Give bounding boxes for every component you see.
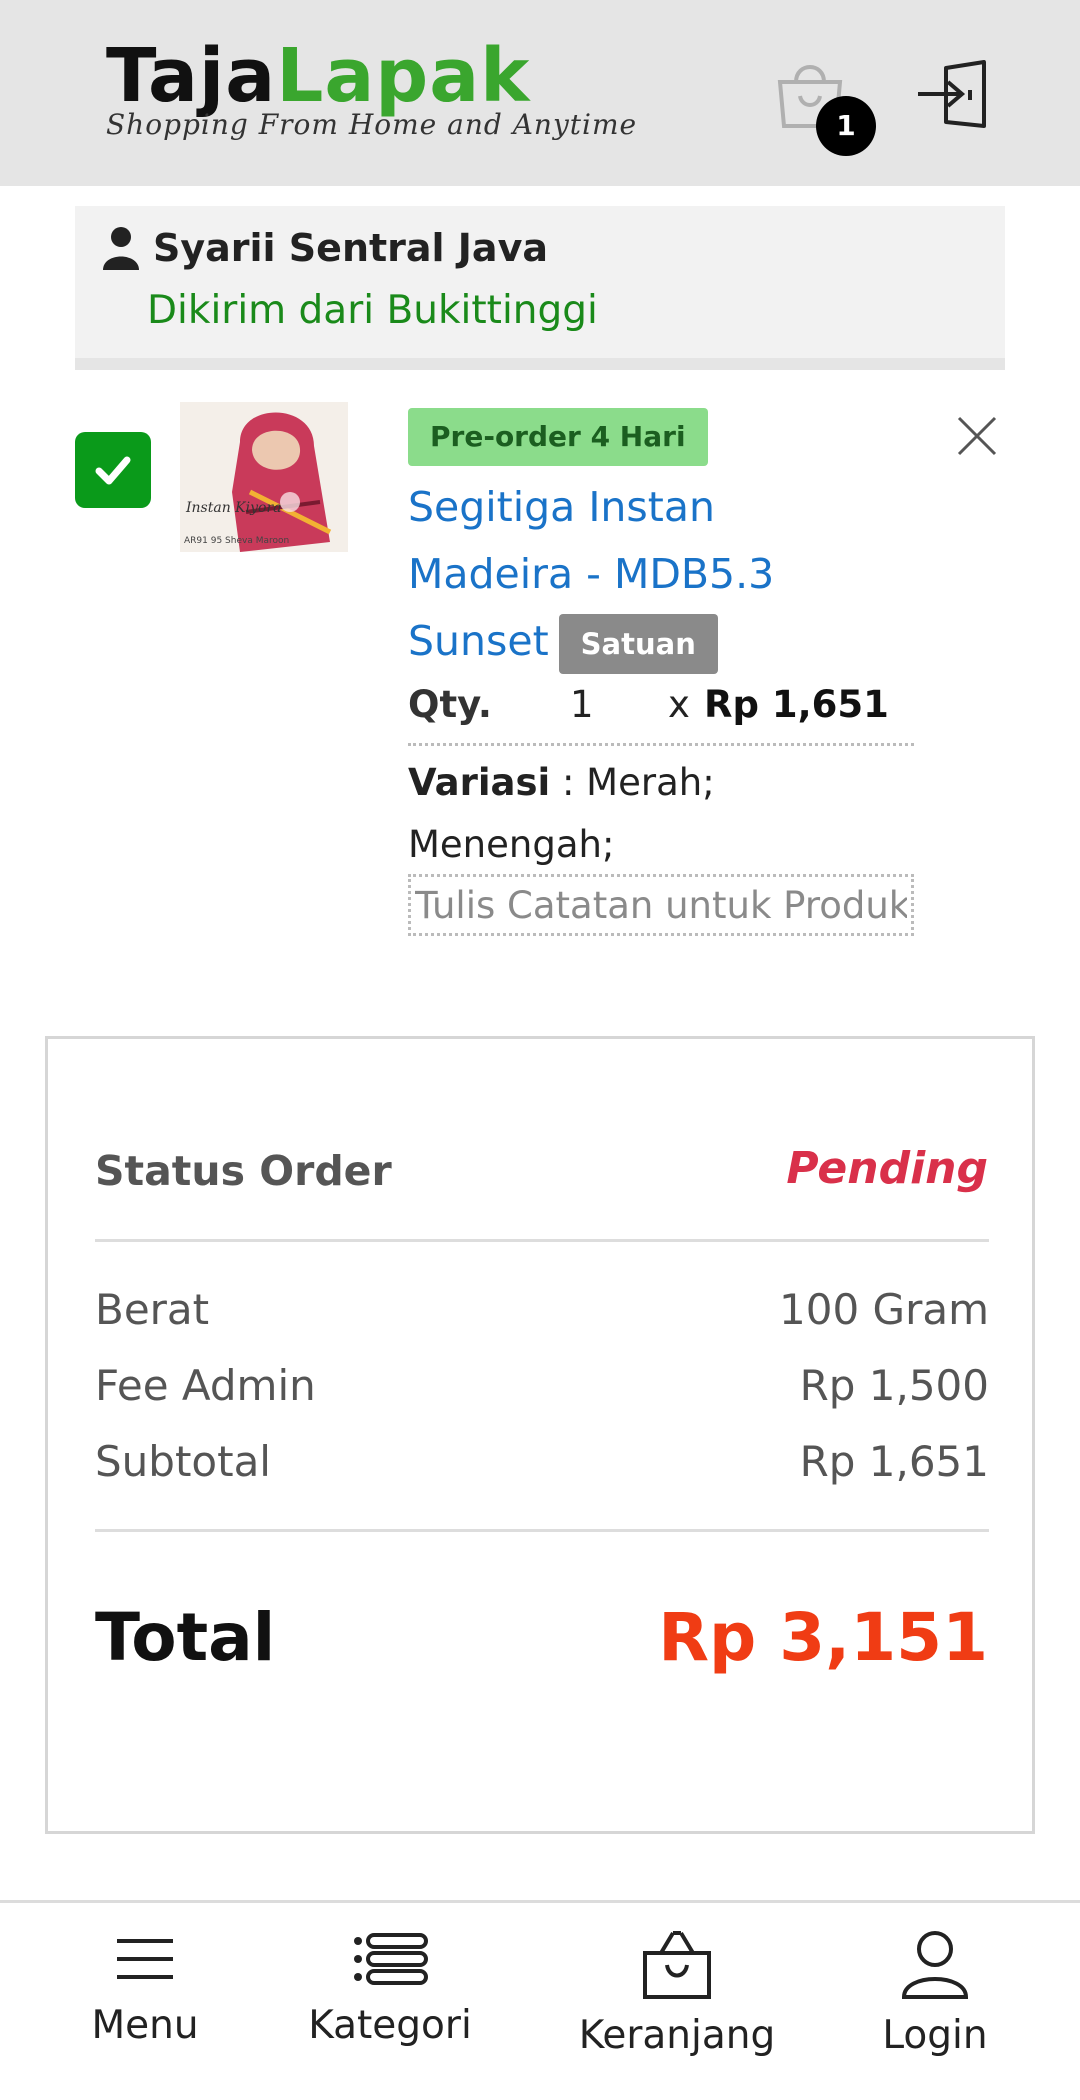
unit-badge: Satuan: [558, 614, 718, 674]
status-order-value: Pending: [786, 1143, 988, 1194]
total-value: Rp 3,151: [658, 1599, 988, 1676]
tajalapak-logo[interactable]: TajaLapak Shopping From Home and Anytime: [106, 36, 637, 141]
nav-kategori[interactable]: Kategori: [298, 1929, 482, 2048]
quantity-row: Qty. 1 x Rp 1,651: [408, 680, 914, 746]
logo-part-lapak: Lapak: [276, 33, 531, 119]
product-title-block: Segitiga Instan Madeira - MDB5.3 Sunset S…: [408, 474, 828, 675]
berat-value: 100 Gram: [779, 1285, 989, 1334]
variation-text: Variasi : Merah; Menengah;: [408, 752, 808, 876]
nav-login-label: Login: [882, 2013, 988, 2058]
qty-times-sign: x: [668, 683, 690, 726]
logo-tagline: Shopping From Home and Anytime: [106, 108, 638, 141]
product-select-checkbox[interactable]: [75, 432, 151, 508]
app-header: TajaLapak Shopping From Home and Anytime…: [0, 0, 1080, 186]
fee-admin-label: Fee Admin: [95, 1361, 316, 1410]
subtotal-label: Subtotal: [95, 1437, 271, 1486]
nav-kategori-label: Kategori: [308, 2003, 472, 2048]
product-image-illustration: [180, 402, 348, 552]
qty-value: 1: [570, 683, 594, 726]
product-thumbnail[interactable]: Instan Kiyora AR91 95 Sheva Maroon: [180, 402, 348, 552]
seller-section: Syarii Sentral Java Dikirim dari Bukitti…: [75, 206, 1005, 370]
order-summary-card: Status Order Pending Berat 100 Gram Fee …: [45, 1036, 1035, 1834]
check-icon: [95, 456, 131, 485]
ship-from-text: Dikirim dari Bukittinggi: [147, 288, 598, 333]
seller-row[interactable]: Syarii Sentral Java: [103, 226, 548, 270]
subtotal-value: Rp 1,651: [799, 1437, 989, 1486]
nav-menu-label: Menu: [91, 2003, 199, 2048]
user-icon: [103, 227, 139, 270]
bag-icon: [643, 1931, 711, 1999]
seller-name: Syarii Sentral Java: [153, 226, 548, 270]
nav-keranjang-label: Keranjang: [578, 2013, 776, 2058]
list-icon: [354, 1933, 428, 1985]
status-order-label: Status Order: [95, 1147, 392, 1195]
summary-divider-top: [95, 1239, 989, 1242]
product-note-input[interactable]: [408, 874, 914, 936]
variation-label: Variasi: [408, 761, 551, 804]
fee-admin-value: Rp 1,500: [799, 1361, 989, 1410]
product-image-caption: Instan Kiyora: [186, 500, 282, 516]
bottom-navigation: Menu Kategori Keranjang Login: [0, 1900, 1080, 2100]
logo-wordmark: TajaLapak: [106, 36, 637, 116]
total-label: Total: [95, 1599, 276, 1676]
cart-count-badge: 1: [816, 96, 876, 156]
nav-login[interactable]: Login: [862, 1929, 1008, 2058]
nav-keranjang[interactable]: Keranjang: [574, 1929, 780, 2058]
berat-label: Berat: [95, 1285, 210, 1334]
nav-menu[interactable]: Menu: [70, 1929, 220, 2048]
summary-divider-bottom: [95, 1529, 989, 1532]
menu-icon: [117, 1939, 173, 1979]
unit-price: Rp 1,651: [704, 683, 889, 726]
login-icon[interactable]: [916, 60, 990, 130]
remove-item-close-icon[interactable]: [955, 414, 999, 458]
logo-part-taja: Taja: [106, 33, 277, 119]
preorder-badge: Pre-order 4 Hari: [408, 408, 708, 466]
user-icon: [901, 1931, 969, 1999]
product-image-code: AR91 95 Sheva Maroon: [184, 536, 290, 546]
qty-label: Qty.: [408, 683, 492, 726]
